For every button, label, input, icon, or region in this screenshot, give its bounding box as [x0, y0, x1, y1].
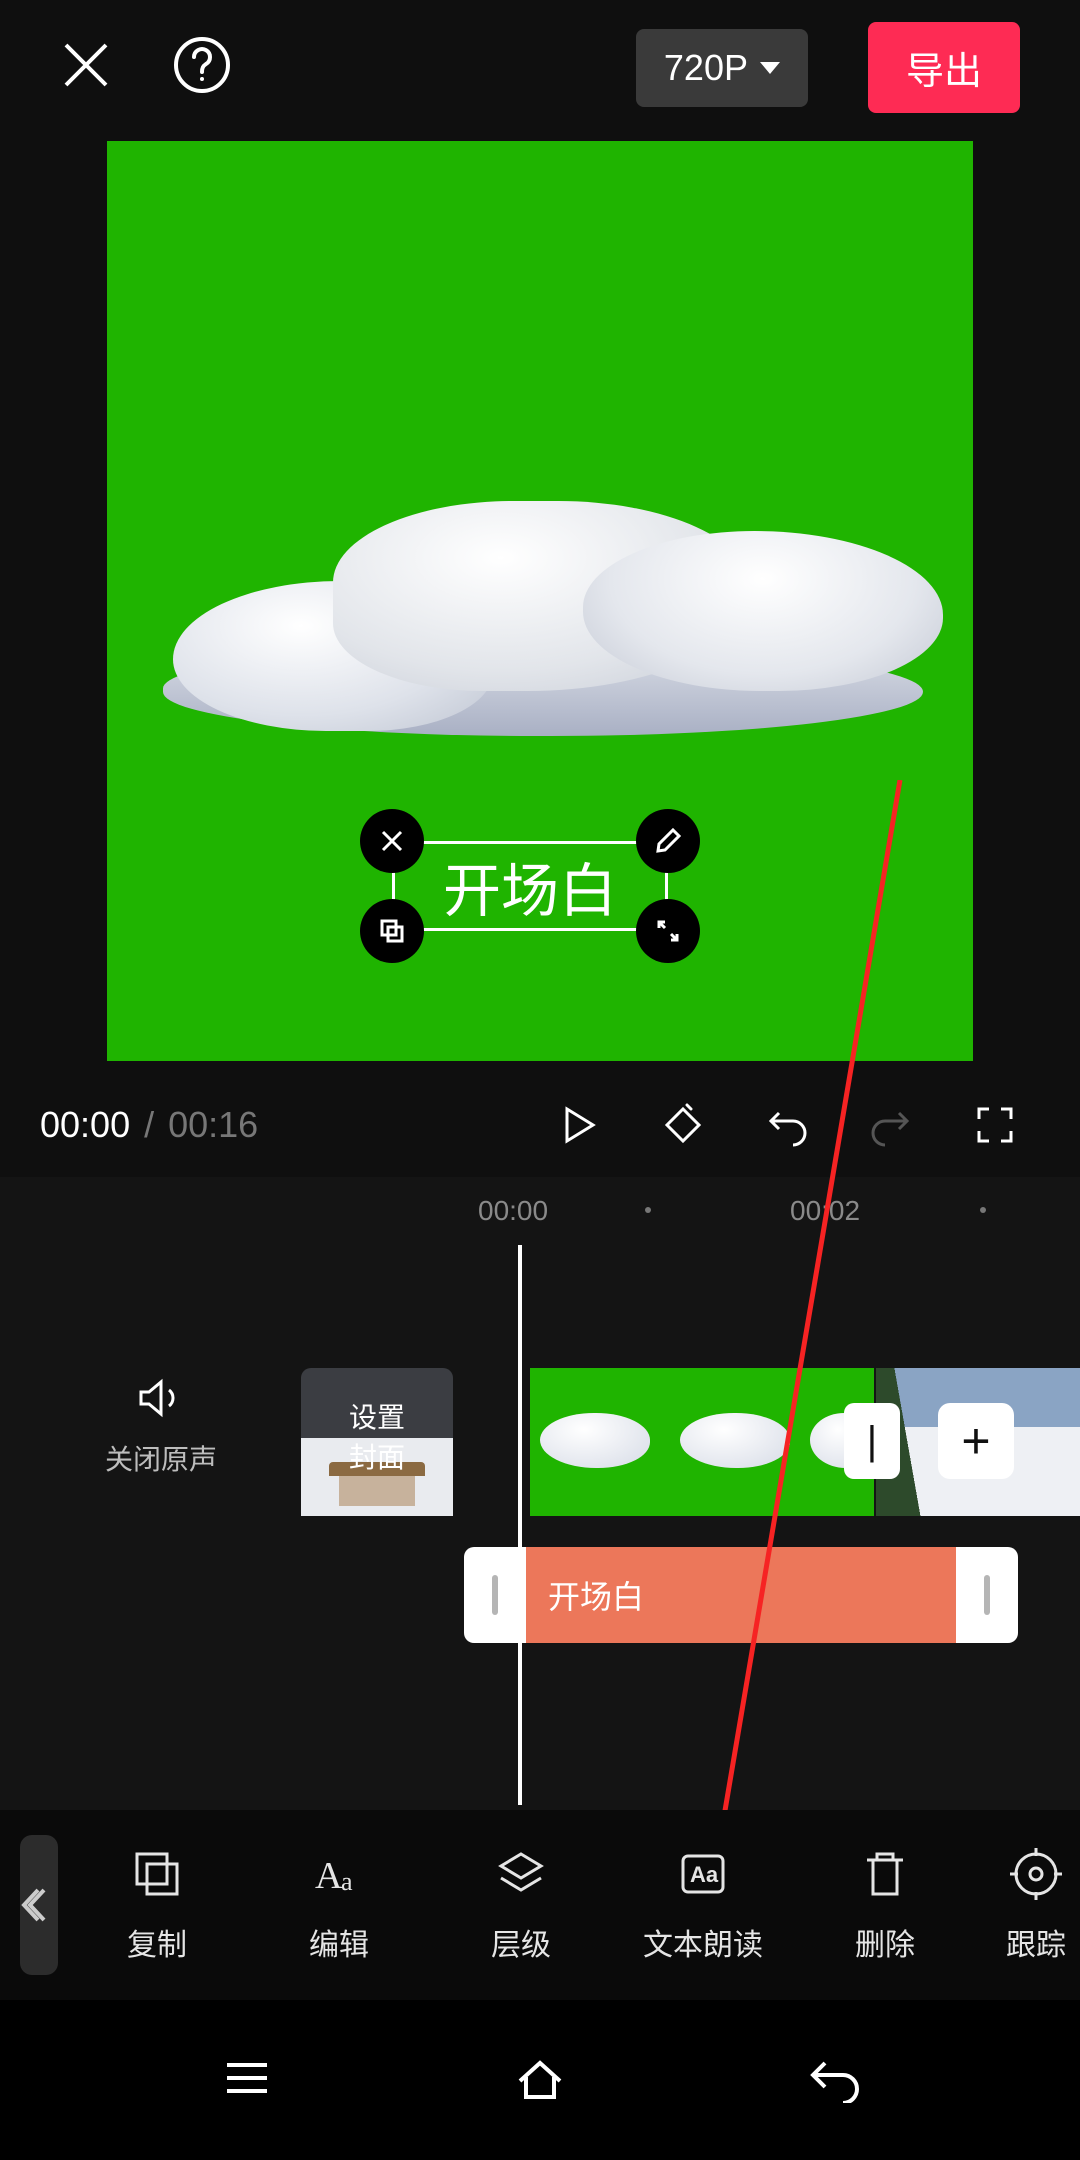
overlay-text: 开场白: [382, 831, 678, 941]
current-time: 00:00: [40, 1104, 130, 1146]
tool-track[interactable]: 跟踪: [976, 1846, 1080, 1964]
playhead[interactable]: [518, 1245, 522, 1805]
toolbar-back-button[interactable]: [20, 1835, 58, 1975]
time-sep: /: [144, 1104, 154, 1146]
tool-tts-label: 文本朗读: [643, 1920, 763, 1964]
undo-button[interactable]: [742, 1103, 832, 1147]
svg-text:A: A: [315, 1855, 343, 1897]
play-button[interactable]: [534, 1103, 624, 1147]
clip-handle-right[interactable]: [956, 1547, 1018, 1643]
svg-text:Aa: Aa: [690, 1862, 719, 1887]
add-clip-button[interactable]: +: [938, 1403, 1014, 1479]
tool-layer[interactable]: 层级: [430, 1846, 612, 1964]
chevron-down-icon: [760, 62, 780, 74]
nav-back-button[interactable]: [803, 2053, 863, 2108]
edit-handle[interactable]: [636, 809, 700, 873]
fullscreen-button[interactable]: [950, 1103, 1040, 1147]
help-button[interactable]: [172, 35, 232, 100]
tool-delete-label: 删除: [855, 1920, 915, 1964]
tool-edit-label: 编辑: [309, 1920, 369, 1964]
copy-handle[interactable]: [360, 899, 424, 963]
clip-handle-left[interactable]: [464, 1547, 526, 1643]
tool-delete[interactable]: 删除: [794, 1846, 976, 1964]
cover-thumbnail[interactable]: 设置 封面: [301, 1368, 453, 1516]
mute-button[interactable]: 关闭原声: [105, 1372, 217, 1478]
svg-text:a: a: [341, 1867, 353, 1896]
video-clip-1[interactable]: [530, 1368, 874, 1516]
mute-label: 关闭原声: [105, 1438, 217, 1478]
timeline-ruler: 00:00 00:02: [0, 1177, 1080, 1237]
cloud-graphic: [113, 471, 967, 741]
export-button[interactable]: 导出: [868, 22, 1020, 113]
text-selection-box[interactable]: 开场白: [382, 831, 678, 941]
redo-button: [846, 1103, 936, 1147]
total-time: 00:16: [168, 1104, 258, 1146]
tool-tts[interactable]: Aa 文本朗读: [612, 1846, 794, 1964]
resolution-button[interactable]: 720P: [636, 29, 808, 107]
transition-button[interactable]: |: [844, 1403, 900, 1479]
keyframe-button[interactable]: [638, 1103, 728, 1147]
text-clip-label: 开场白: [526, 1547, 956, 1643]
nav-home-button[interactable]: [510, 2053, 570, 2108]
text-clip[interactable]: 开场白: [464, 1547, 1018, 1643]
tool-copy[interactable]: 复制: [66, 1846, 248, 1964]
preview-canvas[interactable]: 开场白: [107, 141, 973, 1061]
tool-layer-label: 层级: [491, 1920, 551, 1964]
tool-track-label: 跟踪: [1006, 1920, 1066, 1964]
tool-copy-label: 复制: [127, 1920, 187, 1964]
delete-handle[interactable]: [360, 809, 424, 873]
resolution-label: 720P: [664, 47, 748, 89]
nav-menu-button[interactable]: [217, 2053, 277, 2108]
scale-handle[interactable]: [636, 899, 700, 963]
timeline[interactable]: 00:00 00:02 关闭原声 设置 封面 | + 开场白: [0, 1177, 1080, 1857]
close-button[interactable]: [60, 39, 112, 96]
tool-edit[interactable]: Aa 编辑: [248, 1846, 430, 1964]
